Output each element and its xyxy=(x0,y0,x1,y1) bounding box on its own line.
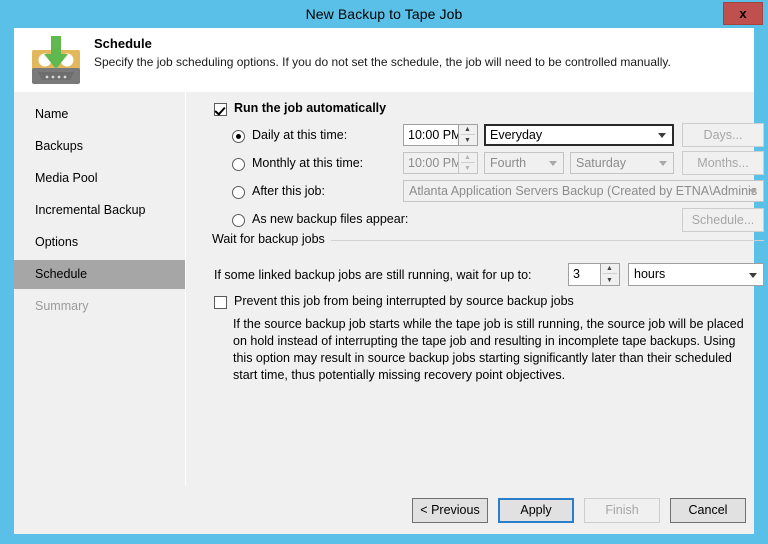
dialog-footer: < Previous Apply Finish Cancel xyxy=(14,486,754,534)
daily-time-spinner[interactable]: ▲ ▼ xyxy=(459,124,478,146)
run-automatically-checkbox[interactable] xyxy=(214,103,227,116)
daily-period-combobox[interactable]: Everyday xyxy=(484,124,674,146)
as-new-files-label: As new backup files appear: xyxy=(252,212,409,226)
window-title: New Backup to Tape Job xyxy=(305,6,463,22)
spinner-divider xyxy=(461,162,475,163)
monthly-time-spinner: ▲ ▼ xyxy=(459,152,478,174)
wait-value-input[interactable]: 3 xyxy=(568,263,601,286)
sidebar-item-schedule[interactable]: Schedule xyxy=(14,260,185,289)
wait-units-value: hours xyxy=(634,267,666,281)
months-button: Months... xyxy=(682,151,764,175)
sidebar-item-name[interactable]: Name xyxy=(14,100,185,129)
page-title: Schedule xyxy=(94,36,152,51)
page-subtitle: Specify the job scheduling options. If y… xyxy=(94,55,671,69)
prevent-interrupt-label: Prevent this job from being interrupted … xyxy=(234,294,574,308)
days-button: Days... xyxy=(682,123,764,147)
chevron-down-icon xyxy=(549,161,557,166)
schedule-content: Run the job automatically Daily at this … xyxy=(187,92,764,486)
spinner-up-icon[interactable]: ▲ xyxy=(459,125,476,134)
sidebar-item-summary: Summary xyxy=(35,299,89,313)
dialog-header: Schedule Specify the job scheduling opti… xyxy=(14,28,754,92)
wait-group-title: Wait for backup jobs xyxy=(212,232,331,246)
as-new-files-radio[interactable] xyxy=(232,214,245,227)
spinner-down-icon[interactable]: ▼ xyxy=(459,136,476,145)
chevron-down-icon xyxy=(658,133,666,138)
monthly-label: Monthly at this time: xyxy=(252,156,364,170)
dialog-body: Name Backups Media Pool Incremental Back… xyxy=(14,92,764,486)
monthly-week-value: Fourth xyxy=(490,156,527,170)
sidebar-item-incremental-backup[interactable]: Incremental Backup xyxy=(14,196,185,225)
previous-button[interactable]: < Previous xyxy=(412,498,488,523)
run-automatically-label: Run the job automatically xyxy=(234,101,387,115)
spinner-up-icon[interactable]: ▲ xyxy=(601,264,618,273)
after-job-radio[interactable] xyxy=(232,186,245,199)
daily-label: Daily at this time: xyxy=(252,128,348,142)
after-job-combobox: Atlanta Application Servers Backup (Crea… xyxy=(403,180,764,202)
wait-label: If some linked backup jobs are still run… xyxy=(214,268,532,282)
apply-button[interactable]: Apply xyxy=(498,498,574,523)
chevron-down-icon xyxy=(659,161,667,166)
monthly-week-combobox: Fourth xyxy=(484,152,564,174)
finish-button: Finish xyxy=(584,498,660,523)
after-job-value: Atlanta Application Servers Backup (Crea… xyxy=(409,184,758,198)
schedule-button: Schedule... xyxy=(682,208,764,232)
title-bar: New Backup to Tape Job x xyxy=(0,0,768,28)
wait-description: If the source backup job starts while th… xyxy=(233,317,744,382)
chevron-down-icon xyxy=(749,272,757,278)
spinner-down-icon: ▼ xyxy=(464,165,471,172)
monthly-day-value: Saturday xyxy=(576,156,627,170)
sidebar-item-options[interactable]: Options xyxy=(14,228,185,257)
close-button[interactable]: x xyxy=(723,2,763,25)
daily-time-input[interactable]: 10:00 PM xyxy=(403,124,459,146)
sidebar-item-backups[interactable]: Backups xyxy=(14,132,185,161)
after-job-label: After this job: xyxy=(252,184,325,198)
tape-cassette-download-icon xyxy=(28,32,84,88)
monthly-radio[interactable] xyxy=(232,158,245,171)
spinner-up-icon: ▲ xyxy=(464,154,471,161)
wait-value-spinner[interactable]: ▲ ▼ xyxy=(601,263,620,286)
wait-units-combobox[interactable]: hours xyxy=(628,263,764,286)
sidebar-item-media-pool[interactable]: Media Pool xyxy=(14,164,185,193)
daily-radio[interactable] xyxy=(232,130,245,143)
cancel-button[interactable]: Cancel xyxy=(670,498,746,523)
spinner-divider xyxy=(461,134,475,135)
group-divider xyxy=(330,240,764,241)
spinner-down-icon[interactable]: ▼ xyxy=(601,276,618,285)
monthly-time-input: 10:00 PM xyxy=(403,152,459,174)
prevent-interrupt-checkbox[interactable] xyxy=(214,296,227,309)
daily-period-value: Everyday xyxy=(490,128,543,142)
spinner-divider xyxy=(603,273,617,274)
dialog-window: New Backup to Tape Job x Schedule Specif… xyxy=(0,0,768,544)
monthly-day-combobox: Saturday xyxy=(570,152,674,174)
wizard-sidebar: Name Backups Media Pool Incremental Back… xyxy=(14,92,186,486)
chevron-down-icon xyxy=(749,189,757,194)
